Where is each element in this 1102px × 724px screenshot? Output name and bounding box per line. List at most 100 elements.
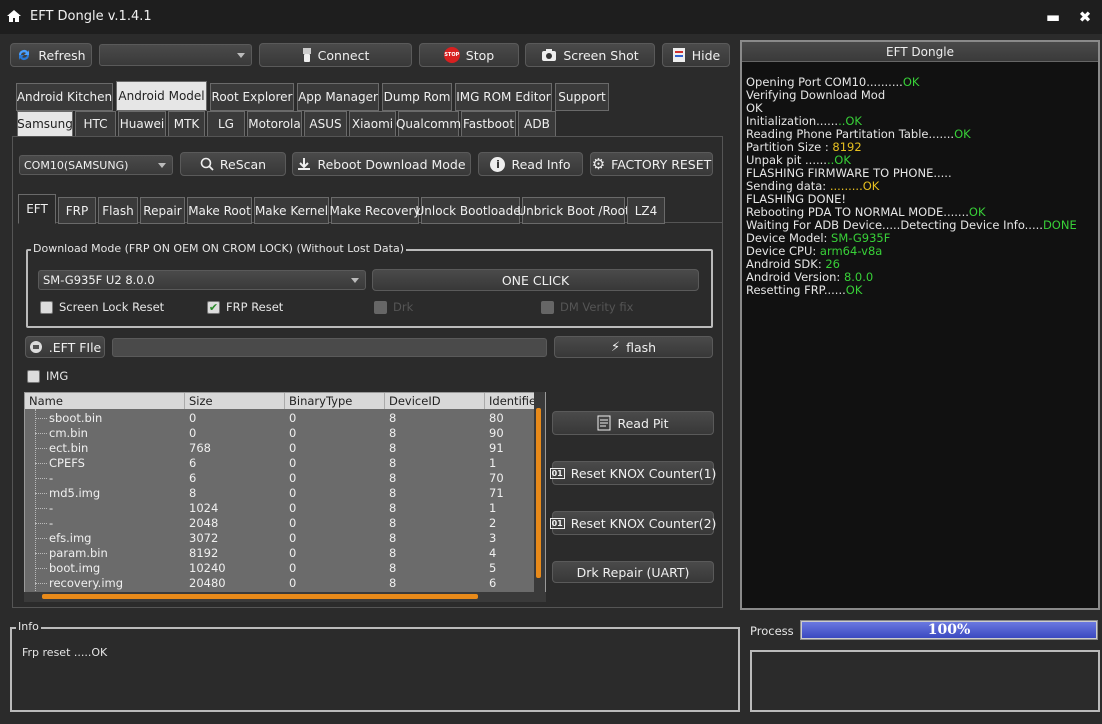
cell-binarytype: 0 [289, 456, 297, 470]
sub-tab-unbrick-boot-root[interactable]: Unbrick Boot /Root [517, 197, 630, 224]
sub-tab-lz4[interactable]: LZ4 [627, 197, 665, 224]
sub-tab-flash[interactable]: Flash [98, 197, 138, 224]
table-row[interactable]: efs.img 3072 0 8 3 [25, 531, 537, 546]
tab-img-rom-editor[interactable]: IMG ROM Editor [455, 83, 552, 111]
reset-knox-1-label: Reset KNOX Counter(1) [570, 465, 717, 481]
sub-tab-repair[interactable]: Repair [140, 197, 185, 224]
brand-tab-adb[interactable]: ADB [518, 111, 556, 137]
cell-deviceid: 8 [389, 441, 397, 455]
table-row[interactable]: ect.bin 768 0 8 91 [25, 441, 537, 456]
file-path-field[interactable] [112, 338, 547, 357]
port-select[interactable] [99, 44, 252, 66]
sub-tab-make-recovery[interactable]: Make Recovery [329, 197, 421, 224]
table-row[interactable]: - 1024 0 8 1 [25, 501, 537, 516]
tab-android-model[interactable]: Android Model [116, 81, 207, 111]
column-header-binarytype[interactable]: BinaryType [285, 393, 385, 409]
table-row[interactable]: cm.bin 0 0 8 90 [25, 426, 537, 441]
stop-button[interactable]: STOP Stop [419, 43, 519, 67]
cell-binarytype: 0 [289, 411, 297, 425]
sub-tab-eft[interactable]: EFT [18, 194, 56, 224]
log-line-status: OK [954, 127, 971, 141]
img-checkbox[interactable]: IMG [27, 369, 68, 383]
column-header-identifier[interactable]: Identifier [485, 393, 541, 409]
eft-file-button[interactable]: .EFT FIle [25, 336, 105, 358]
brand-tab-fastboot[interactable]: Fastboot [461, 111, 516, 137]
screenshot-button[interactable]: Screen Shot [525, 43, 655, 67]
sub-tab-make-kernel[interactable]: Make Kernel [254, 197, 329, 224]
cell-name: boot.img [49, 561, 101, 575]
scroll-thumb-horizontal[interactable] [42, 594, 478, 599]
brand-tab-samsung[interactable]: Samsung [17, 111, 73, 137]
vertical-scrollbar[interactable] [534, 392, 545, 602]
column-header-size[interactable]: Size [185, 393, 285, 409]
checkbox-label: FRP Reset [226, 300, 284, 314]
table-row[interactable]: param.bin 8192 0 8 4 [25, 546, 537, 561]
tab-support[interactable]: Support [555, 83, 609, 111]
cell-deviceid: 8 [389, 561, 397, 575]
horizontal-scrollbar[interactable] [24, 592, 546, 602]
camera-icon [542, 49, 557, 61]
table-row[interactable]: md5.img 8 0 8 71 [25, 486, 537, 501]
screen-lock-reset-checkbox[interactable]: Screen Lock Reset [40, 300, 164, 314]
brand-tab-motorola[interactable]: Motorola [247, 111, 302, 137]
flash-label: flash [626, 339, 657, 355]
frp-reset-checkbox[interactable]: ✔ FRP Reset [207, 300, 283, 314]
table-row[interactable]: boot.img 10240 0 8 5 [25, 561, 537, 576]
flash-button[interactable]: ⚡ flash [554, 336, 713, 358]
chevron-down-icon [351, 278, 359, 283]
connect-button[interactable]: Connect [259, 43, 412, 67]
factory-reset-button[interactable]: ⚙ FACTORY RESET [590, 152, 713, 176]
sub-tab-unlock-bootloader[interactable]: Unlock Bootloader [416, 197, 526, 224]
table-row[interactable]: - 2048 0 8 2 [25, 516, 537, 531]
read-pit-button[interactable]: Read Pit [552, 411, 714, 435]
hide-label: Hide [691, 47, 721, 63]
brand-tab-qualcomm[interactable]: Qualcomm [396, 111, 461, 137]
tab-app-manager[interactable]: App Manager [297, 83, 379, 111]
hide-button[interactable]: Hide [662, 43, 730, 67]
screenshot-label: Screen Shot [563, 47, 639, 63]
partition-table[interactable]: Name Size BinaryType DeviceID Identifier sbo… [24, 392, 546, 602]
reset-knox-1-button[interactable]: 01 Reset KNOX Counter(1) [549, 461, 717, 485]
brand-tab-asus[interactable]: ASUS [304, 111, 347, 137]
log-line-text: Device Model: [746, 231, 832, 245]
log-line-text: Device CPU: [746, 244, 820, 258]
table-row[interactable]: recovery.img 20480 0 8 6 [25, 576, 537, 591]
tree-connector [35, 538, 47, 539]
brand-tab-htc[interactable]: HTC [75, 111, 116, 137]
reset-knox-2-button[interactable]: 01 Reset KNOX Counter(2) [549, 511, 716, 535]
table-row[interactable]: sboot.bin 0 0 8 80 [25, 411, 537, 426]
drk-repair-button[interactable]: Drk Repair (UART) [552, 561, 714, 583]
sub-tab-frp[interactable]: FRP [58, 197, 96, 224]
process-progress-bar: 100% [800, 620, 1098, 640]
refresh-button[interactable]: Refresh [10, 43, 92, 67]
brand-tab-mtk[interactable]: MTK [168, 111, 205, 137]
model-select[interactable]: SM-G935F U2 8.0.0 [38, 270, 366, 290]
tab-root-explorer[interactable]: Root Explorer [210, 83, 294, 111]
close-button[interactable]: ✖ [1074, 6, 1096, 28]
read-info-button[interactable]: i Read Info [478, 152, 583, 176]
brand-tab-lg[interactable]: LG [207, 111, 245, 137]
tab-android-kitchen[interactable]: Android Kitchen [16, 83, 113, 111]
log-line-text: Android SDK: [746, 257, 826, 271]
column-header-name[interactable]: Name [25, 393, 185, 409]
cell-size: 3072 [189, 531, 219, 545]
minimize-button[interactable]: ▬ [1042, 6, 1064, 28]
column-header-deviceid[interactable]: DeviceID [385, 393, 485, 409]
tab-dump-rom[interactable]: Dump Rom [382, 83, 452, 111]
log-line-text: Android Version: [746, 270, 844, 284]
log-line-text: Unpak pit ...... [746, 153, 827, 167]
brand-tab-xiaomi[interactable]: Xiaomi [349, 111, 396, 137]
scroll-thumb[interactable] [536, 408, 541, 578]
cell-size: 20480 [189, 576, 226, 590]
cell-binarytype: 0 [289, 546, 297, 560]
table-row[interactable]: CPEFS 6 0 8 1 [25, 456, 537, 471]
table-row[interactable]: - 6 0 8 70 [25, 471, 537, 486]
sub-tab-make-root[interactable]: Make Root [187, 197, 252, 224]
one-click-button[interactable]: ONE CLICK [372, 269, 699, 291]
device-port-select[interactable]: COM10(SAMSUNG) [19, 155, 173, 175]
cell-name: param.bin [49, 546, 108, 560]
rescan-button[interactable]: ReScan [180, 152, 286, 176]
cell-size: 0 [189, 426, 197, 440]
brand-tab-huawei[interactable]: Huawei [118, 111, 166, 137]
reboot-download-button[interactable]: Reboot Download Mode [292, 152, 471, 176]
